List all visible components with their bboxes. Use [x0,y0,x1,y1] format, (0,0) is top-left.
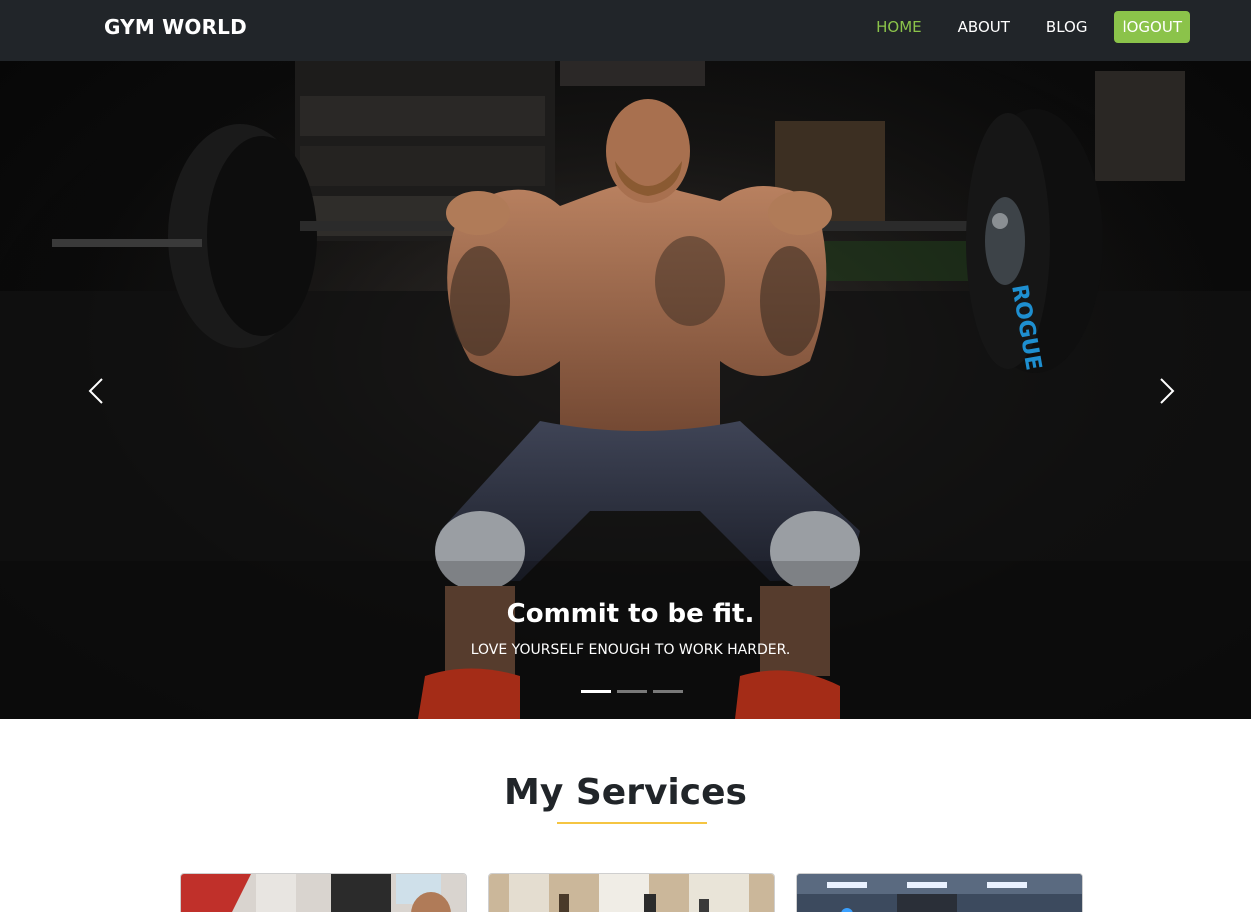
caption-text: LOVE YOURSELF ENOUGH TO WORK HARDER. [470,642,791,658]
nav-link-blog[interactable]: BLOG [1046,11,1088,43]
gym-service-photo-2 [489,874,774,912]
carousel-prev-button[interactable] [76,361,116,421]
service-card-2[interactable] [488,873,775,912]
service-card-1[interactable] [180,873,467,912]
top-navbar: GYM WORLD HOME ABOUT BLOG lOGOUT [0,0,1251,61]
chevron-right-icon [1160,378,1175,404]
chevron-left-icon [88,378,103,404]
nav-link-home[interactable]: HOME [876,11,922,43]
carousel-indicator-2[interactable] [617,690,647,693]
nav-links: HOME ABOUT BLOG lOGOUT [840,11,1190,43]
logout-button[interactable]: lOGOUT [1114,11,1190,43]
gym-service-photo-3 [797,874,1082,912]
carousel-next-button[interactable] [1147,361,1187,421]
services-title: My Services [504,772,747,813]
brand-logo[interactable]: GYM WORLD [104,0,247,55]
gym-service-photo-1 [181,874,466,912]
carousel-caption: Commit to be fit. LOVE YOURSELF ENOUGH T… [0,594,1251,660]
nav-link-about[interactable]: ABOUT [958,11,1010,43]
carousel-indicator-3[interactable] [653,690,683,693]
carousel-indicators [581,690,689,693]
services-title-underline [557,822,707,824]
caption-title: Commit to be fit. [506,599,755,629]
service-card-3[interactable] [796,873,1083,912]
carousel-indicator-1[interactable] [581,690,611,693]
hero-carousel: ROGUE Commit to be fit. LOVE YOURSELF EN… [0,61,1251,719]
